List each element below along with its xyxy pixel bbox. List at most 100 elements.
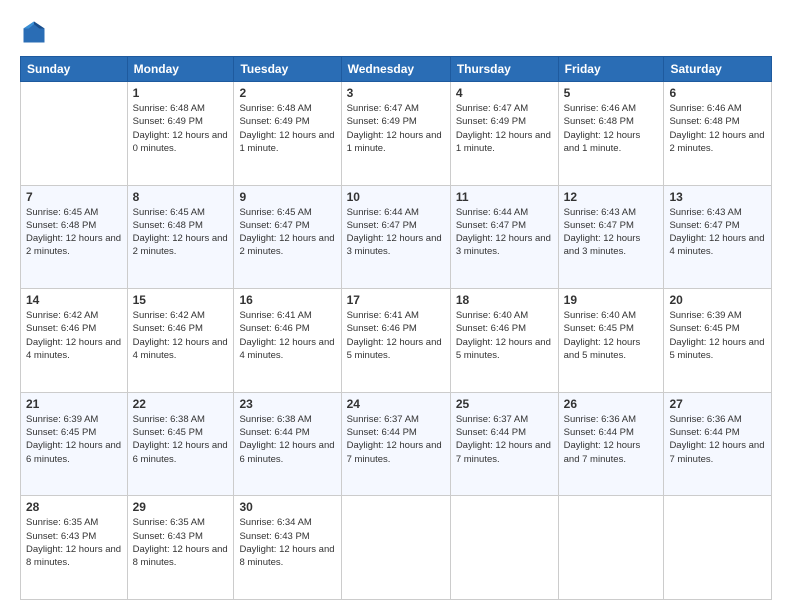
calendar-cell: 21 Sunrise: 6:39 AMSunset: 6:45 PMDayligh… (21, 392, 128, 496)
day-info: Sunrise: 6:42 AMSunset: 6:46 PMDaylight:… (26, 309, 122, 362)
day-number: 18 (456, 293, 553, 307)
day-info: Sunrise: 6:48 AMSunset: 6:49 PMDaylight:… (133, 102, 229, 155)
header-row: SundayMondayTuesdayWednesdayThursdayFrid… (21, 57, 772, 82)
day-number: 30 (239, 500, 335, 514)
header-day-saturday: Saturday (664, 57, 772, 82)
header-day-thursday: Thursday (450, 57, 558, 82)
calendar-cell: 17 Sunrise: 6:41 AMSunset: 6:46 PMDayligh… (341, 289, 450, 393)
day-info: Sunrise: 6:37 AMSunset: 6:44 PMDaylight:… (347, 413, 445, 466)
day-info: Sunrise: 6:43 AMSunset: 6:47 PMDaylight:… (564, 206, 659, 259)
day-info: Sunrise: 6:36 AMSunset: 6:44 PMDaylight:… (564, 413, 659, 466)
day-number: 2 (239, 86, 335, 100)
day-info: Sunrise: 6:48 AMSunset: 6:49 PMDaylight:… (239, 102, 335, 155)
day-info: Sunrise: 6:35 AMSunset: 6:43 PMDaylight:… (26, 516, 122, 569)
day-info: Sunrise: 6:46 AMSunset: 6:48 PMDaylight:… (564, 102, 659, 155)
week-row-0: 1 Sunrise: 6:48 AMSunset: 6:49 PMDaylight… (21, 82, 772, 186)
day-number: 20 (669, 293, 766, 307)
day-number: 4 (456, 86, 553, 100)
day-number: 3 (347, 86, 445, 100)
calendar-cell: 11 Sunrise: 6:44 AMSunset: 6:47 PMDayligh… (450, 185, 558, 289)
day-info: Sunrise: 6:45 AMSunset: 6:48 PMDaylight:… (133, 206, 229, 259)
day-number: 6 (669, 86, 766, 100)
day-info: Sunrise: 6:40 AMSunset: 6:45 PMDaylight:… (564, 309, 659, 362)
calendar-cell (341, 496, 450, 600)
day-info: Sunrise: 6:47 AMSunset: 6:49 PMDaylight:… (456, 102, 553, 155)
calendar-cell: 13 Sunrise: 6:43 AMSunset: 6:47 PMDayligh… (664, 185, 772, 289)
calendar-cell: 12 Sunrise: 6:43 AMSunset: 6:47 PMDayligh… (558, 185, 664, 289)
calendar-cell: 29 Sunrise: 6:35 AMSunset: 6:43 PMDayligh… (127, 496, 234, 600)
calendar-cell: 15Sunrise: 6:42 AMSunset: 6:46 PMDayligh… (127, 289, 234, 393)
day-number: 24 (347, 397, 445, 411)
day-info: Sunrise: 6:35 AMSunset: 6:43 PMDaylight:… (133, 516, 229, 569)
day-number: 1 (133, 86, 229, 100)
day-info: Sunrise: 6:38 AMSunset: 6:44 PMDaylight:… (239, 413, 335, 466)
calendar-header: SundayMondayTuesdayWednesdayThursdayFrid… (21, 57, 772, 82)
day-number: 27 (669, 397, 766, 411)
day-number: 5 (564, 86, 659, 100)
calendar-cell: 6 Sunrise: 6:46 AMSunset: 6:48 PMDaylight… (664, 82, 772, 186)
day-info: Sunrise: 6:43 AMSunset: 6:47 PMDaylight:… (669, 206, 766, 259)
day-number: 21 (26, 397, 122, 411)
calendar-cell: 7Sunrise: 6:45 AMSunset: 6:48 PMDaylight… (21, 185, 128, 289)
day-number: 15 (133, 293, 229, 307)
logo-icon (20, 18, 48, 46)
calendar-body: 1 Sunrise: 6:48 AMSunset: 6:49 PMDaylight… (21, 82, 772, 600)
day-info: Sunrise: 6:41 AMSunset: 6:46 PMDaylight:… (239, 309, 335, 362)
day-number: 13 (669, 190, 766, 204)
day-number: 17 (347, 293, 445, 307)
day-info: Sunrise: 6:46 AMSunset: 6:48 PMDaylight:… (669, 102, 766, 155)
calendar-table: SundayMondayTuesdayWednesdayThursdayFrid… (20, 56, 772, 600)
calendar-cell: 18Sunrise: 6:40 AMSunset: 6:46 PMDayligh… (450, 289, 558, 393)
calendar-cell: 24 Sunrise: 6:37 AMSunset: 6:44 PMDayligh… (341, 392, 450, 496)
calendar-cell: 26 Sunrise: 6:36 AMSunset: 6:44 PMDayligh… (558, 392, 664, 496)
day-info: Sunrise: 6:38 AMSunset: 6:45 PMDaylight:… (133, 413, 229, 466)
day-info: Sunrise: 6:45 AMSunset: 6:48 PMDaylight:… (26, 206, 122, 259)
calendar-cell: 19Sunrise: 6:40 AMSunset: 6:45 PMDayligh… (558, 289, 664, 393)
day-number: 8 (133, 190, 229, 204)
calendar-cell: 16 Sunrise: 6:41 AMSunset: 6:46 PMDayligh… (234, 289, 341, 393)
calendar-cell (558, 496, 664, 600)
day-info: Sunrise: 6:39 AMSunset: 6:45 PMDaylight:… (26, 413, 122, 466)
day-info: Sunrise: 6:34 AMSunset: 6:43 PMDaylight:… (239, 516, 335, 569)
header-day-friday: Friday (558, 57, 664, 82)
day-number: 23 (239, 397, 335, 411)
calendar-cell: 20 Sunrise: 6:39 AMSunset: 6:45 PMDayligh… (664, 289, 772, 393)
day-info: Sunrise: 6:37 AMSunset: 6:44 PMDaylight:… (456, 413, 553, 466)
calendar-cell: 1 Sunrise: 6:48 AMSunset: 6:49 PMDaylight… (127, 82, 234, 186)
calendar-cell: 25 Sunrise: 6:37 AMSunset: 6:44 PMDayligh… (450, 392, 558, 496)
day-number: 11 (456, 190, 553, 204)
header-day-tuesday: Tuesday (234, 57, 341, 82)
header-day-sunday: Sunday (21, 57, 128, 82)
header-day-wednesday: Wednesday (341, 57, 450, 82)
day-info: Sunrise: 6:44 AMSunset: 6:47 PMDaylight:… (347, 206, 445, 259)
calendar-cell (21, 82, 128, 186)
week-row-3: 21 Sunrise: 6:39 AMSunset: 6:45 PMDayligh… (21, 392, 772, 496)
header (20, 18, 772, 46)
calendar-cell: 23 Sunrise: 6:38 AMSunset: 6:44 PMDayligh… (234, 392, 341, 496)
day-info: Sunrise: 6:36 AMSunset: 6:44 PMDaylight:… (669, 413, 766, 466)
calendar-cell: 3 Sunrise: 6:47 AMSunset: 6:49 PMDaylight… (341, 82, 450, 186)
day-number: 29 (133, 500, 229, 514)
day-info: Sunrise: 6:41 AMSunset: 6:46 PMDaylight:… (347, 309, 445, 362)
calendar-cell: 8 Sunrise: 6:45 AMSunset: 6:48 PMDaylight… (127, 185, 234, 289)
calendar-cell: 10 Sunrise: 6:44 AMSunset: 6:47 PMDayligh… (341, 185, 450, 289)
week-row-1: 7Sunrise: 6:45 AMSunset: 6:48 PMDaylight… (21, 185, 772, 289)
day-number: 12 (564, 190, 659, 204)
week-row-4: 28 Sunrise: 6:35 AMSunset: 6:43 PMDayligh… (21, 496, 772, 600)
day-number: 25 (456, 397, 553, 411)
day-number: 28 (26, 500, 122, 514)
day-info: Sunrise: 6:44 AMSunset: 6:47 PMDaylight:… (456, 206, 553, 259)
day-number: 14 (26, 293, 122, 307)
day-info: Sunrise: 6:39 AMSunset: 6:45 PMDaylight:… (669, 309, 766, 362)
page: SundayMondayTuesdayWednesdayThursdayFrid… (0, 0, 792, 612)
day-info: Sunrise: 6:47 AMSunset: 6:49 PMDaylight:… (347, 102, 445, 155)
day-info: Sunrise: 6:45 AMSunset: 6:47 PMDaylight:… (239, 206, 335, 259)
day-number: 16 (239, 293, 335, 307)
day-number: 10 (347, 190, 445, 204)
day-number: 22 (133, 397, 229, 411)
calendar-cell: 2 Sunrise: 6:48 AMSunset: 6:49 PMDaylight… (234, 82, 341, 186)
calendar-cell: 30 Sunrise: 6:34 AMSunset: 6:43 PMDayligh… (234, 496, 341, 600)
day-number: 26 (564, 397, 659, 411)
header-day-monday: Monday (127, 57, 234, 82)
calendar-cell (664, 496, 772, 600)
